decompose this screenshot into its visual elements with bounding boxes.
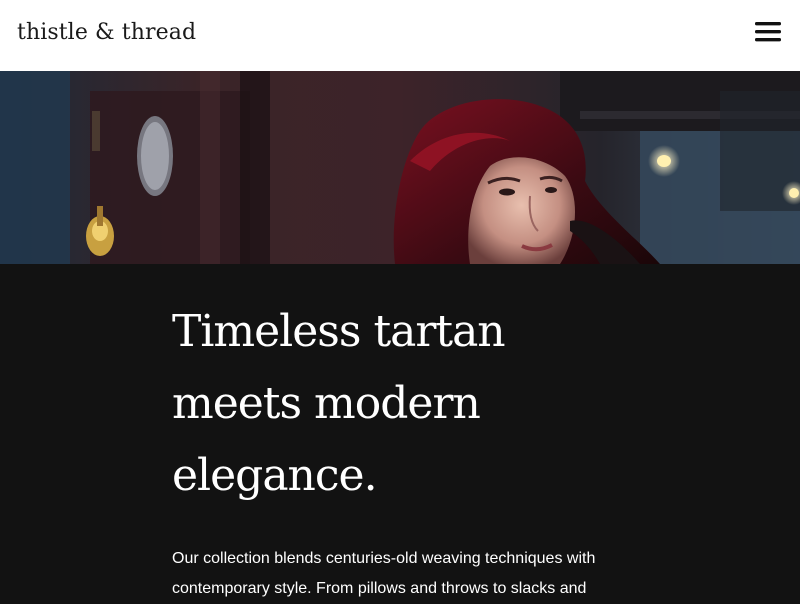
site-header: thistle & thread [0,0,800,71]
brand-logo[interactable]: thistle & thread [17,20,196,45]
menu-button[interactable] [748,16,788,48]
hero-image [0,71,800,264]
hero-photo [0,71,800,264]
intro-paragraph: Our collection blends centuries-old weav… [172,550,596,597]
page-headline: Timeless tartan meets modern elegance. [172,306,506,501]
hamburger-menu-icon [755,22,781,42]
